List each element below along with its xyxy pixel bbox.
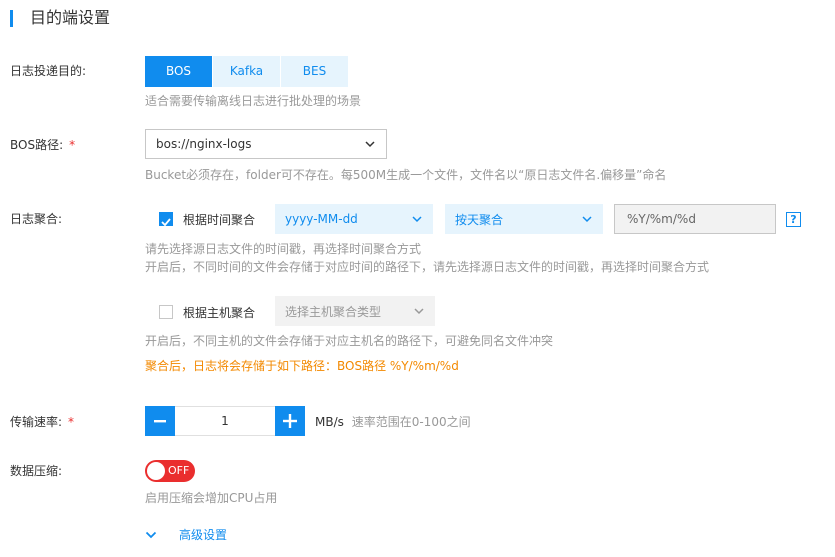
- host-aggregation-hint: 开启后，不同主机的文件会存储于对应主机名的路径下，可避免同名文件冲突: [145, 334, 554, 348]
- destination-label: 日志投递目的:: [10, 64, 87, 78]
- aggregation-label: 日志聚合:: [10, 212, 63, 226]
- compression-hint: 启用压缩会增加CPU占用: [145, 491, 278, 505]
- section-title-accent: [10, 10, 13, 27]
- bos-path-label-text: BOS路径:: [10, 138, 64, 152]
- time-aggregation-hint-2: 开启后，不同时间的文件会存储于对应时间的路径下，请先选择源日志文件的时间戳，再选…: [145, 260, 710, 274]
- time-pattern-input[interactable]: %Y/%m/%d: [614, 204, 776, 234]
- required-mark: *: [69, 138, 76, 152]
- compression-toggle-state: OFF: [168, 464, 190, 477]
- rate-input[interactable]: 1: [175, 406, 275, 436]
- destination-hint: 适合需要传输离线日志进行批处理的场景: [145, 94, 362, 108]
- bos-path-label: BOS路径: *: [10, 137, 75, 153]
- rate-unit: MB/s: [315, 415, 344, 429]
- compression-toggle[interactable]: OFF: [145, 460, 195, 482]
- time-format-value: yyyy-MM-dd: [285, 212, 358, 226]
- destination-option-kafka[interactable]: Kafka: [213, 56, 280, 87]
- chevron-down-icon: [414, 308, 424, 315]
- check-icon: [161, 218, 171, 227]
- rate-label: 传输速率: *: [10, 414, 74, 430]
- time-aggregation-label: 根据时间聚合: [183, 213, 256, 227]
- host-aggregation-placeholder: 选择主机聚合类型: [285, 304, 382, 319]
- time-aggregation-checkbox[interactable]: [159, 212, 173, 227]
- advanced-settings-label: 高级设置: [179, 528, 228, 542]
- destination-segmented-control: BOS Kafka BES: [145, 56, 349, 87]
- host-aggregation-checkbox[interactable]: [159, 305, 173, 319]
- host-aggregation-label: 根据主机聚合: [183, 306, 256, 320]
- minus-icon: [154, 420, 166, 423]
- destination-option-bos[interactable]: BOS: [145, 56, 212, 87]
- time-aggregation-mode-value: 按天聚合: [455, 212, 504, 227]
- time-format-select[interactable]: yyyy-MM-dd: [275, 204, 433, 234]
- destination-option-bes[interactable]: BES: [281, 56, 348, 87]
- help-icon[interactable]: ?: [786, 212, 801, 227]
- rate-increment-button[interactable]: [275, 406, 305, 436]
- plus-icon: [283, 414, 297, 428]
- host-aggregation-type-select[interactable]: 选择主机聚合类型: [275, 296, 435, 326]
- chevron-down-icon: [412, 216, 422, 223]
- bos-path-hint: Bucket必须存在，folder可不存在。每500M生成一个文件，文件名以“原…: [145, 168, 667, 182]
- chevron-down-icon: [582, 216, 592, 223]
- time-aggregation-hint-1: 请先选择源日志文件的时间戳，再选择时间聚合方式: [145, 242, 422, 256]
- advanced-settings-toggle[interactable]: 高级设置: [145, 527, 227, 543]
- section-title: 目的端设置: [30, 8, 111, 27]
- time-aggregation-mode-select[interactable]: 按天聚合: [445, 204, 603, 234]
- bos-path-select[interactable]: bos://nginx-logs: [145, 129, 387, 159]
- rate-decrement-button[interactable]: [145, 406, 175, 436]
- chevron-down-icon: [145, 531, 157, 539]
- rate-unit-hint: MB/s 速率范围在0-100之间: [315, 414, 471, 430]
- rate-hint: 速率范围在0-100之间: [351, 415, 471, 429]
- aggregation-result-note: 聚合后，日志将会存储于如下路径：BOS路径 %Y/%m/%d: [145, 359, 459, 373]
- bos-path-value: bos://nginx-logs: [156, 137, 252, 151]
- chevron-down-icon: [365, 141, 375, 148]
- toggle-knob: [147, 462, 165, 480]
- rate-label-text: 传输速率:: [10, 415, 63, 429]
- compression-label: 数据压缩:: [10, 464, 63, 478]
- required-mark: *: [68, 415, 75, 429]
